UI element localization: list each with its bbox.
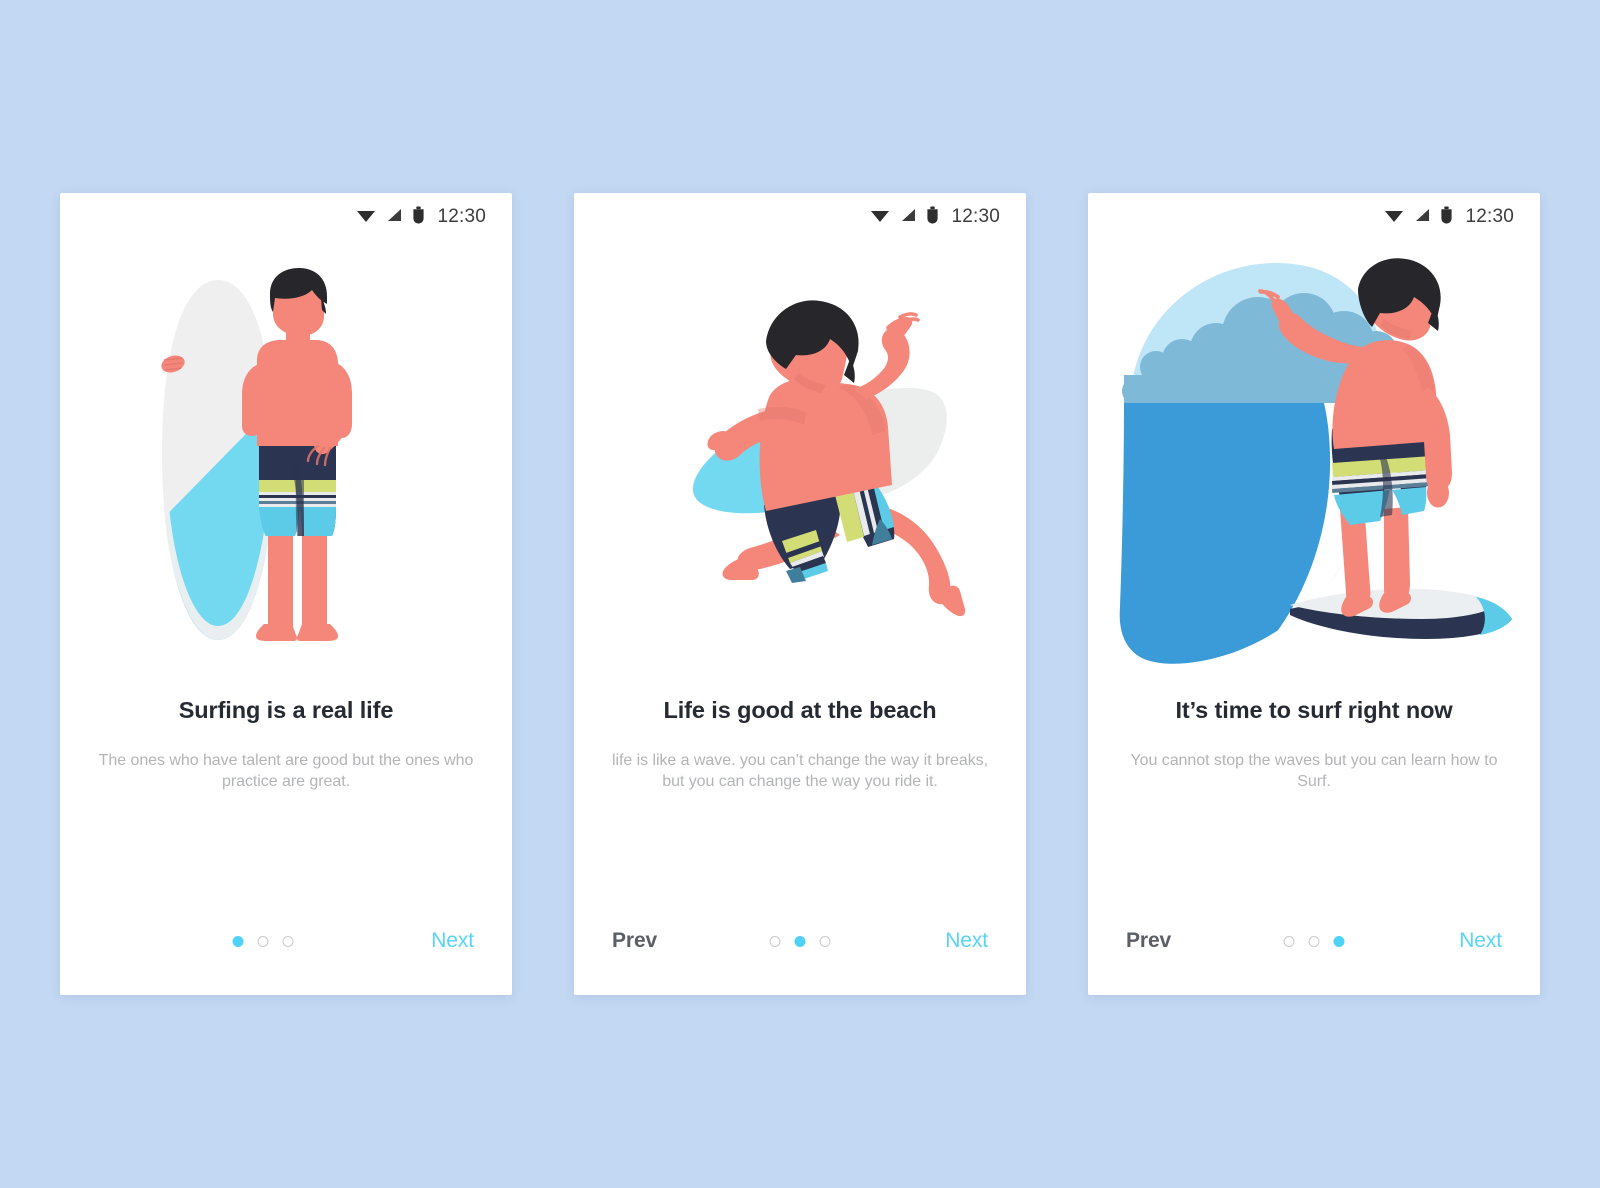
onboarding-card-1: 12:30 Surfing is a real life The ones wh… [60,193,512,995]
status-time: 12:30 [951,206,1000,227]
signal-icon [1413,207,1431,228]
status-bar: 12:30 [60,193,512,235]
battery-icon [926,206,939,229]
footer-nav-1: Prev Next [60,887,512,995]
status-time: 12:30 [437,206,486,227]
battery-icon [412,206,425,229]
pagination-dot-3[interactable] [1333,935,1345,947]
pagination-dots [1283,935,1345,947]
text-block-2: Life is good at the beach life is like a… [574,687,1026,887]
pagination-dot-2[interactable] [794,935,806,947]
prev-button[interactable]: Prev [1126,929,1192,953]
pagination-dots [232,935,294,947]
wifi-icon [356,207,376,228]
pagination-dot-3[interactable] [282,935,294,947]
status-time: 12:30 [1465,206,1514,227]
onboarding-screens-row: 12:30 Surfing is a real life The ones wh… [0,0,1600,1188]
illustration-standing-surfer [60,235,512,687]
pagination-dot-1[interactable] [232,935,244,947]
pagination-dot-1[interactable] [769,935,781,947]
text-block-1: Surfing is a real life The ones who have… [60,687,512,887]
pagination-dot-3[interactable] [819,935,831,947]
onboarding-card-3: 12:30 It’s time to surf right now You ca… [1088,193,1540,995]
signal-icon [385,207,403,228]
battery-icon [1440,206,1453,229]
onboarding-card-2: 12:30 Life is good at the beach life is … [574,193,1026,995]
wifi-icon [1384,207,1404,228]
next-button[interactable]: Next [1459,929,1502,953]
footer-nav-3: Prev Next [1088,887,1540,995]
pagination-dots [769,935,831,947]
page-title: Life is good at the beach [663,697,937,723]
text-block-3: It’s time to surf right now You cannot s… [1088,687,1540,887]
illustration-surfer-riding-wave [1088,235,1540,687]
page-description: You cannot stop the waves but you can le… [1130,752,1498,791]
status-bar: 12:30 [574,193,1026,235]
next-button[interactable]: Next [431,929,474,953]
illustration-running-surfer [574,235,1026,687]
pagination-dot-2[interactable] [1308,935,1320,947]
status-bar: 12:30 [1088,193,1540,235]
next-button[interactable]: Next [945,929,988,953]
prev-button[interactable]: Prev [612,929,678,953]
signal-icon [899,207,917,228]
page-title: It’s time to surf right now [1175,697,1453,723]
page-description: The ones who have talent are good but th… [98,752,474,791]
page-description: life is like a wave. you can’t change th… [611,752,989,791]
wifi-icon [870,207,890,228]
page-title: Surfing is a real life [178,697,394,723]
pagination-dot-1[interactable] [1283,935,1295,947]
pagination-dot-2[interactable] [257,935,269,947]
footer-nav-2: Prev Next [574,887,1026,995]
